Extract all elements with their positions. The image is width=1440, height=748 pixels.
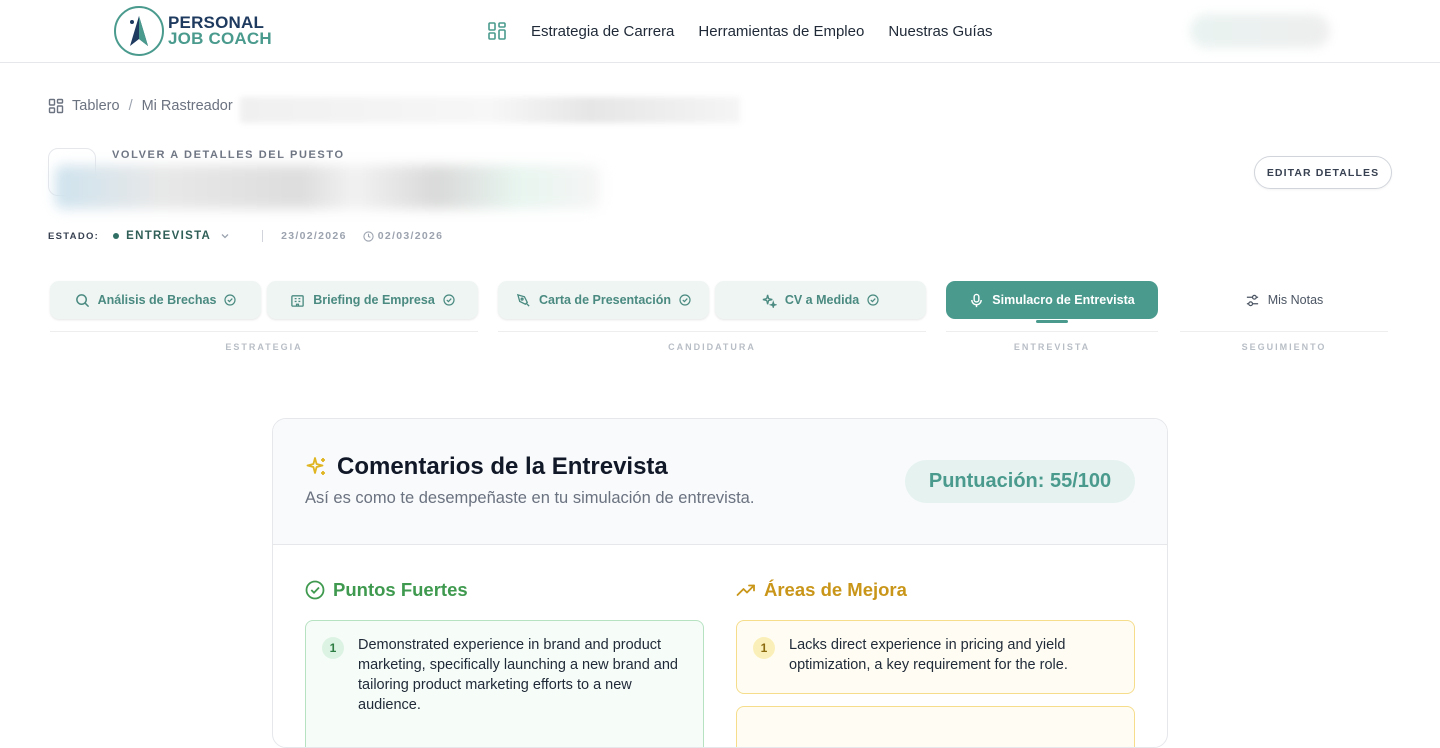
check-circle-icon xyxy=(867,294,879,306)
status-label: ESTADO: xyxy=(48,230,100,242)
check-circle-icon xyxy=(305,580,325,600)
item-text: Lacks direct experience in pricing and y… xyxy=(789,637,1068,673)
group-label-follow-up: SEGUIMIENTO xyxy=(1241,342,1327,352)
group-divider xyxy=(50,331,478,332)
edit-details-button[interactable]: EDITAR DETALLES xyxy=(1254,156,1392,189)
tab-label: Carta de Presentación xyxy=(539,293,671,307)
strengths-title: Puntos Fuertes xyxy=(333,579,468,600)
group-label-interview: ENTREVISTA xyxy=(1013,342,1091,352)
status-row: ESTADO: ENTREVISTA 23/02/2026 02/03/2026 xyxy=(48,228,443,244)
nav-job-tools[interactable]: Herramientas de Empleo xyxy=(698,23,864,40)
improvements-title: Áreas de Mejora xyxy=(764,579,907,600)
item-number: 1 xyxy=(753,637,775,659)
score-badge: Puntuación: 55/100 xyxy=(905,460,1135,503)
user-menu-redacted[interactable] xyxy=(1190,14,1330,48)
item-number: 1 xyxy=(322,637,344,659)
check-circle-icon xyxy=(224,294,237,306)
check-circle-icon xyxy=(679,294,691,306)
microphone-icon xyxy=(971,293,983,307)
tab-my-notes[interactable]: Mis Notas xyxy=(1180,281,1388,319)
back-to-job-details-link[interactable]: VOLVER A DETALLES DEL PUESTO xyxy=(112,149,345,161)
breadcrumb-redacted xyxy=(240,97,740,123)
strength-item: 1 Demonstrated experience in brand and p… xyxy=(305,620,704,747)
nav-guides[interactable]: Nuestras Guías xyxy=(888,23,992,40)
sparkles-icon xyxy=(306,457,325,475)
group-label-application: CANDIDATURA xyxy=(668,342,756,352)
tab-label: Simulacro de Entrevista xyxy=(992,293,1135,307)
nav-career-strategy[interactable]: Estrategia de Carrera xyxy=(531,23,674,40)
improvement-item xyxy=(736,706,1135,747)
brand-logo[interactable]: PERSONAL JOB COACH xyxy=(114,6,274,56)
breadcrumb-current[interactable]: Mi Rastreador xyxy=(142,98,233,114)
feedback-subtitle: Así es como te desempeñaste en tu simula… xyxy=(305,489,755,507)
tab-label: CV a Medida xyxy=(784,293,860,307)
status-dropdown[interactable]: ENTREVISTA xyxy=(126,230,211,242)
check-circle-icon xyxy=(443,294,455,306)
interview-feedback-card: Comentarios de la Entrevista Así es como… xyxy=(272,418,1168,748)
feedback-title-row: Comentarios de la Entrevista xyxy=(305,453,668,481)
active-tab-indicator xyxy=(1036,320,1068,323)
breadcrumb-home[interactable]: Tablero xyxy=(72,98,120,114)
strengths-heading: Puntos Fuertes xyxy=(305,579,468,601)
divider xyxy=(262,230,264,242)
breadcrumb-separator: / xyxy=(128,98,133,114)
chevron-down-icon[interactable] xyxy=(220,231,230,241)
improvement-item: 1 Lacks direct experience in pricing and… xyxy=(736,620,1135,694)
tab-tailored-cv[interactable]: CV a Medida xyxy=(715,281,926,319)
breadcrumb: Tablero / Mi Rastreador xyxy=(48,96,233,116)
pen-tool-icon xyxy=(516,293,530,307)
group-label-strategy: ESTRATEGIA xyxy=(225,342,303,352)
start-date: 23/02/2026 xyxy=(281,230,347,242)
tab-gap-analysis[interactable]: Análisis de Brechas xyxy=(50,281,261,319)
brand-name-line2: JOB COACH xyxy=(168,29,272,48)
dashboard-grid-icon[interactable] xyxy=(487,21,507,41)
status-dot-icon xyxy=(113,233,120,239)
top-navigation-bar: PERSONAL JOB COACH Estrategia de Carrera… xyxy=(0,0,1440,63)
tab-company-briefing[interactable]: Briefing de Empresa xyxy=(267,281,478,319)
feedback-title: Comentarios de la Entrevista xyxy=(337,453,668,480)
tab-interview-simulation[interactable]: Simulacro de Entrevista xyxy=(946,281,1158,319)
feedback-header: Comentarios de la Entrevista Así es como… xyxy=(273,419,1167,545)
logo-badge-icon xyxy=(114,6,164,56)
tab-label: Análisis de Brechas xyxy=(97,293,217,307)
group-divider xyxy=(946,331,1158,332)
search-icon xyxy=(75,293,89,307)
group-divider xyxy=(498,331,926,332)
dashboard-icon xyxy=(48,98,64,114)
job-title-redacted xyxy=(55,165,600,209)
sliders-icon xyxy=(1246,294,1258,306)
trending-up-icon xyxy=(736,584,755,596)
tab-label: Briefing de Empresa xyxy=(313,293,435,307)
improvements-heading: Áreas de Mejora xyxy=(736,579,907,601)
main-nav: Estrategia de Carrera Herramientas de Em… xyxy=(487,20,1017,42)
group-divider xyxy=(1180,331,1388,332)
clock-icon xyxy=(363,230,374,242)
tab-cover-letter[interactable]: Carta de Presentación xyxy=(498,281,709,319)
end-date: 02/03/2026 xyxy=(377,230,444,242)
tab-label: Mis Notas xyxy=(1267,293,1324,307)
sparkles-icon xyxy=(762,294,777,308)
building-icon xyxy=(291,294,304,307)
item-text: Demonstrated experience in brand and pro… xyxy=(358,637,678,713)
